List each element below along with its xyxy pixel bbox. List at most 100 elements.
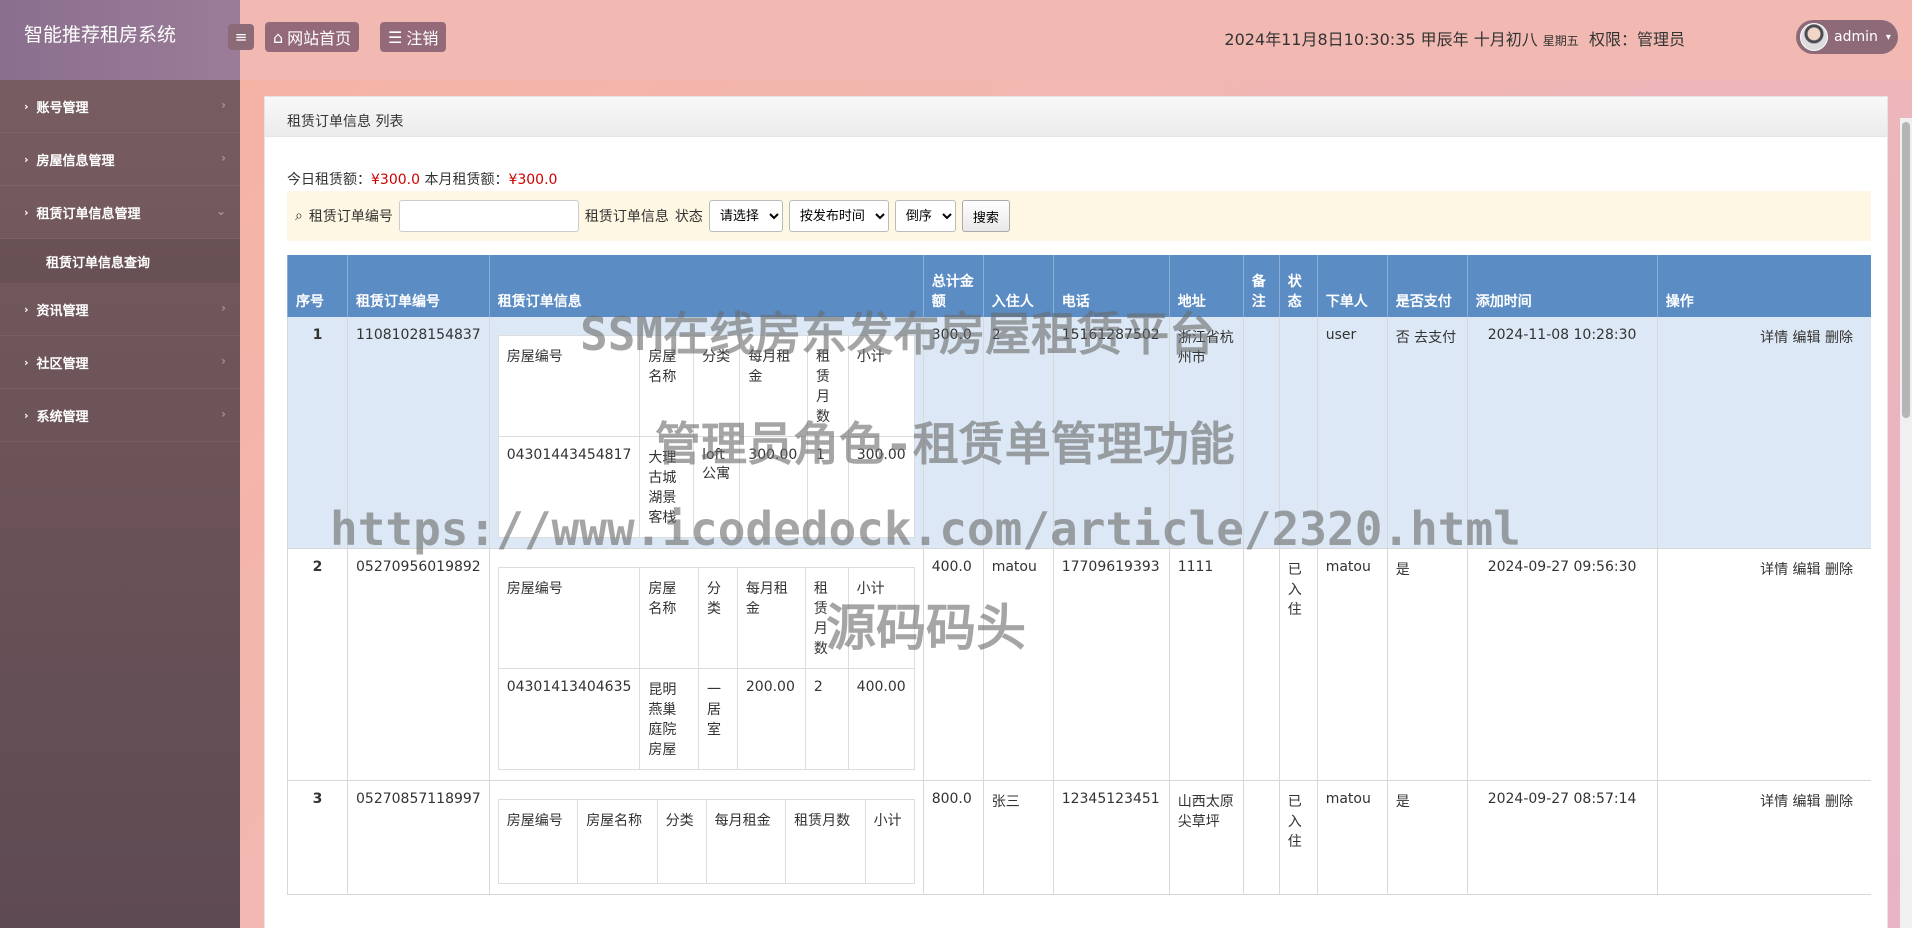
sidebar-item-houses[interactable]: › 房屋信息管理 › xyxy=(0,133,240,186)
cell-paid: 是 xyxy=(1386,548,1468,781)
cell-phone: 12345123451 xyxy=(1052,780,1170,895)
top-header: ⌂ 网站首页 ☰ 注销 2024年11月8日10:30:35 甲辰年 十月初八 星期… xyxy=(240,0,1912,80)
brand-title: 智能推荐租房系统 xyxy=(0,0,240,80)
order-no-label: 租赁订单编号 xyxy=(308,209,393,225)
sidebar-item-community[interactable]: › 社区管理 › xyxy=(0,336,240,389)
today-value: ¥300.0 xyxy=(371,172,420,188)
rent-summary: 今日租赁额：¥300.0 本月租赁额：¥300.0 xyxy=(287,169,557,189)
sidebar-item-label: 租赁订单信息管理 xyxy=(36,206,141,222)
cell-tenant: 张三 xyxy=(982,780,1054,895)
edit-link[interactable]: 编辑 xyxy=(1793,330,1821,346)
caret-down-icon: ▾ xyxy=(1885,31,1891,43)
cell-time: 2024-09-27 08:57:14 xyxy=(1466,780,1658,895)
watermark-line: https://www.icodedock.com/article/2320.h… xyxy=(330,502,1521,556)
cell-actions: 详情 编辑 删除 xyxy=(1656,317,1871,549)
col-header: 操作 xyxy=(1656,255,1871,317)
inner-header: 房屋编号 xyxy=(497,567,641,669)
inner-header: 分类 xyxy=(698,567,738,669)
pay-link[interactable]: 去支付 xyxy=(1414,330,1456,346)
sidebar-item-news[interactable]: › 资讯管理 › xyxy=(0,283,240,336)
scrollbar-thumb[interactable] xyxy=(1902,122,1910,418)
list-icon: ☰ xyxy=(388,27,403,47)
cell-status: 已入住 xyxy=(1278,780,1318,895)
detail-link[interactable]: 详情 xyxy=(1760,330,1788,346)
inner-cell: 一居室 xyxy=(698,668,738,770)
menu-toggle-button[interactable]: ≡ xyxy=(228,24,254,50)
cell-paid: 是 xyxy=(1386,780,1468,895)
order-no-input[interactable] xyxy=(398,200,579,232)
cell-phone: 17709619393 xyxy=(1052,548,1170,781)
inner-header: 每月租金 xyxy=(705,799,787,884)
vertical-scrollbar[interactable] xyxy=(1900,118,1912,928)
cell-tenant: matou xyxy=(982,548,1054,781)
delete-link[interactable]: 删除 xyxy=(1825,794,1853,810)
inner-header: 房屋编号 xyxy=(497,799,579,884)
cell-total: 800.0 xyxy=(922,780,984,895)
table-row: 2 05270956019892 房屋编号 房屋名称 分类 每月租金 租赁月数 小计 04301… xyxy=(287,548,1871,781)
sidebar-item-accounts[interactable]: › 账号管理 › xyxy=(0,80,240,133)
sidebar: 智能推荐租房系统 › 账号管理 › › 房屋信息管理 › › 租赁订单信息管理 ⌄ 租赁订单… xyxy=(0,0,240,928)
detail-link[interactable]: 详情 xyxy=(1760,794,1788,810)
col-header: 下单人 xyxy=(1316,255,1388,317)
logout-button[interactable]: ☰ 注销 xyxy=(380,22,447,52)
home-icon: ⌂ xyxy=(273,27,284,47)
paid-status: 是 xyxy=(1395,794,1410,810)
delete-link[interactable]: 删除 xyxy=(1825,330,1853,346)
avatar xyxy=(1800,23,1828,51)
search-button[interactable]: 搜索 xyxy=(961,200,1010,232)
page-title: 租赁订单信息 列表 xyxy=(265,97,1887,137)
inner-header-row: 房屋编号 房屋名称 分类 每月租金 租赁月数 小计 xyxy=(497,799,915,884)
watermark-line: 源码码头 xyxy=(826,599,1026,657)
chevron-right-icon: › xyxy=(24,152,29,166)
chevron-down-icon: ⌄ xyxy=(215,204,226,218)
sort-select[interactable]: 按发布时间 xyxy=(788,200,889,232)
chevron-right-icon: › xyxy=(24,355,29,369)
logout-label: 注销 xyxy=(406,29,439,48)
menu-icon: ≡ xyxy=(234,28,248,46)
inner-cell: 04301413404635 xyxy=(497,668,641,770)
col-header: 备注 xyxy=(1242,255,1280,317)
cell-time: 2024-09-27 09:56:30 xyxy=(1466,548,1658,781)
row-sn: 2 xyxy=(287,548,348,781)
order-select[interactable]: 倒序 xyxy=(894,200,956,232)
home-label: 网站首页 xyxy=(287,29,352,48)
weekday: 星期五 xyxy=(1542,34,1579,48)
delete-link[interactable]: 删除 xyxy=(1825,562,1853,578)
sidebar-item-label: 社区管理 xyxy=(36,356,89,372)
col-header: 序号 xyxy=(287,255,348,317)
sidebar-item-label: 资讯管理 xyxy=(36,303,89,319)
sidebar-subitem-order-query[interactable]: 租赁订单信息查询 xyxy=(0,239,240,283)
datetime: 2024年11月8日10:30:35 甲辰年 十月初八 xyxy=(1224,30,1538,49)
chevron-right-icon: › xyxy=(221,407,226,421)
sidebar-item-label: 账号管理 xyxy=(36,100,89,116)
inner-cell: 400.00 xyxy=(847,668,915,770)
sidebar-item-system[interactable]: › 系统管理 › xyxy=(0,389,240,442)
user-menu[interactable]: admin ▾ xyxy=(1796,20,1898,54)
home-button[interactable]: ⌂ 网站首页 xyxy=(265,22,360,52)
today-label: 今日租赁额： xyxy=(287,172,371,188)
order-info-label: 租赁订单信息 xyxy=(584,209,669,225)
inner-header: 房屋名称 xyxy=(639,567,699,669)
status-select[interactable]: 请选择 xyxy=(708,200,783,232)
role-text: 权限：管理员 xyxy=(1588,30,1685,49)
cell-actions: 详情 编辑 删除 xyxy=(1656,548,1871,781)
col-header: 状态 xyxy=(1278,255,1318,317)
month-label: 本月租赁额： xyxy=(424,172,509,188)
watermark-line: 管理员角色-租赁单管理功能 xyxy=(655,417,1235,471)
inner-header: 每月租金 xyxy=(736,567,806,669)
table-row: 3 05270857118997 房屋编号 房屋名称 分类 每月租金 租赁月数 小计 800.0… xyxy=(287,780,1871,895)
detail-link[interactable]: 详情 xyxy=(1760,562,1788,578)
col-header: 租赁订单编号 xyxy=(347,255,490,317)
edit-link[interactable]: 编辑 xyxy=(1793,794,1821,810)
month-value: ¥300.0 xyxy=(508,172,558,188)
order-info: 房屋编号 房屋名称 分类 每月租金 租赁月数 小计 04301413404635 昆明燕巢庭院… xyxy=(488,548,924,781)
sidebar-item-label: 系统管理 xyxy=(36,409,89,425)
order-items-table: 房屋编号 房屋名称 分类 每月租金 租赁月数 小计 xyxy=(497,799,915,884)
cell-total: 400.0 xyxy=(922,548,984,781)
sidebar-item-orders[interactable]: › 租赁订单信息管理 ⌄ xyxy=(0,186,240,239)
inner-cell: 200.00 xyxy=(736,668,806,770)
cell-address: 1111 xyxy=(1168,548,1244,781)
edit-link[interactable]: 编辑 xyxy=(1793,562,1821,578)
header-info: 2024年11月8日10:30:35 甲辰年 十月初八 星期五 权限：管理员 xyxy=(1224,26,1685,50)
cell-address: 山西太原尖草坪 xyxy=(1168,780,1244,895)
